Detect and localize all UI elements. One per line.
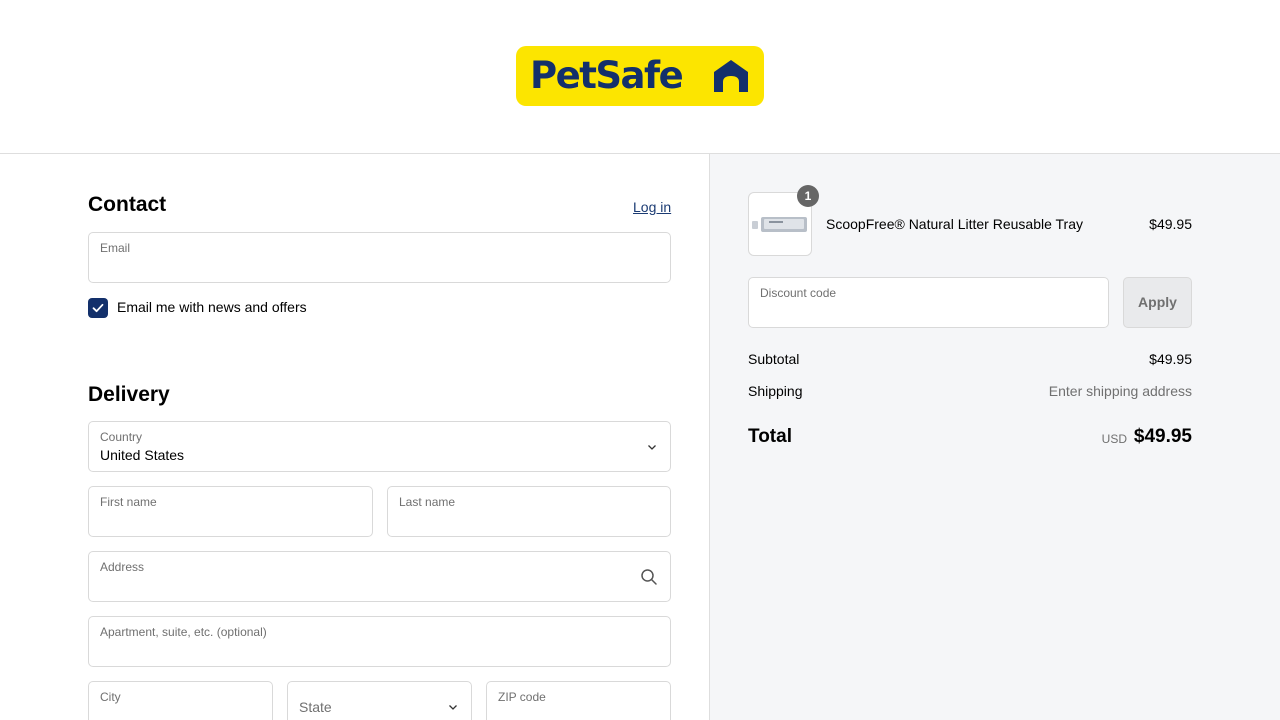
first-name-field[interactable]: First name bbox=[88, 486, 373, 537]
logo-text: PetSafe bbox=[530, 54, 684, 97]
newsletter-checkbox[interactable] bbox=[88, 298, 108, 318]
total-label: Total bbox=[748, 426, 792, 447]
apartment-label: Apartment, suite, etc. (optional) bbox=[100, 625, 267, 639]
newsletter-label: Email me with news and offers bbox=[117, 299, 307, 315]
search-icon[interactable] bbox=[640, 568, 658, 586]
chevron-down-icon bbox=[648, 444, 656, 450]
discount-code-label: Discount code bbox=[760, 286, 837, 300]
email-label: Email bbox=[100, 241, 131, 255]
first-name-label: First name bbox=[100, 495, 157, 509]
city-label: City bbox=[100, 690, 121, 704]
chevron-down-icon bbox=[449, 704, 457, 710]
checkout-form: Contact Log in Email Email me with news … bbox=[0, 154, 710, 720]
state-placeholder: State bbox=[299, 699, 332, 715]
last-name-field[interactable]: Last name bbox=[387, 486, 671, 537]
discount-code-field[interactable]: Discount code bbox=[748, 277, 1109, 328]
country-select[interactable]: Country United States bbox=[88, 421, 671, 472]
checkout-header: PetSafe bbox=[0, 0, 1280, 154]
total-currency: USD bbox=[1101, 432, 1127, 446]
house-icon bbox=[714, 60, 748, 92]
last-name-label: Last name bbox=[399, 495, 456, 509]
petsafe-logo[interactable]: PetSafe bbox=[516, 46, 764, 106]
zip-label: ZIP code bbox=[498, 690, 546, 704]
apartment-field[interactable]: Apartment, suite, etc. (optional) bbox=[88, 616, 671, 667]
contact-heading: Contact bbox=[88, 193, 167, 216]
delivery-heading: Delivery bbox=[88, 383, 170, 406]
address-label: Address bbox=[100, 560, 145, 574]
address-field[interactable]: Address bbox=[88, 551, 671, 602]
subtotal-value: $49.95 bbox=[1149, 351, 1192, 367]
check-icon bbox=[92, 303, 104, 313]
country-value: United States bbox=[100, 447, 185, 463]
shipping-label: Shipping bbox=[748, 383, 803, 399]
subtotal-label: Subtotal bbox=[748, 351, 800, 367]
city-field[interactable]: City bbox=[88, 681, 273, 720]
shipping-value: Enter shipping address bbox=[1048, 383, 1192, 399]
login-link[interactable]: Log in bbox=[633, 199, 671, 215]
order-summary: 1 ScoopFree® Natural Litter Reusable Tra… bbox=[710, 154, 1280, 720]
apply-discount-button[interactable]: Apply bbox=[1123, 277, 1192, 328]
country-label: Country bbox=[100, 430, 143, 444]
zip-field[interactable]: ZIP code bbox=[486, 681, 671, 720]
quantity-badge: 1 bbox=[797, 185, 819, 207]
email-field[interactable]: Email bbox=[88, 232, 671, 283]
product-name: ScoopFree® Natural Litter Reusable Tray bbox=[826, 216, 1083, 232]
product-price: $49.95 bbox=[1149, 216, 1192, 232]
state-select[interactable]: State bbox=[287, 681, 472, 720]
total-value: $49.95 bbox=[1133, 426, 1192, 447]
